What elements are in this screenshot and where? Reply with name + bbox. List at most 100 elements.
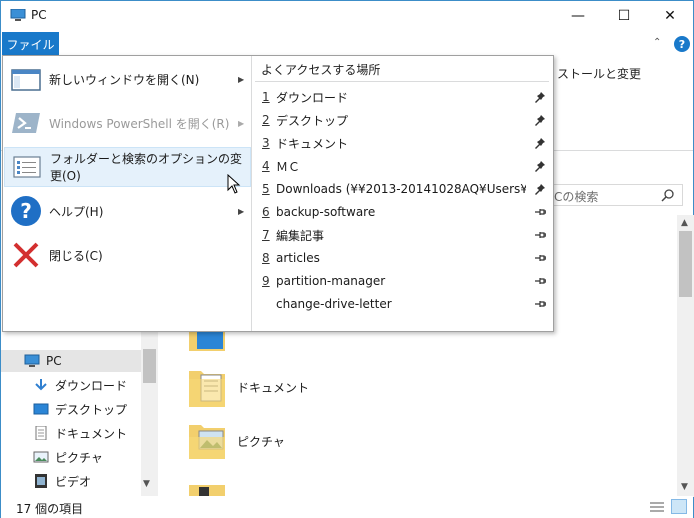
submenu-arrow-icon: ▶ — [238, 74, 245, 84]
recent-item-name: partition-manager — [276, 274, 386, 288]
recent-item-number: 4 — [262, 159, 270, 173]
content-scrollbar-thumb[interactable] — [679, 231, 692, 297]
chevron-down-icon[interactable]: ▼ — [143, 479, 150, 489]
frequent-places-header: よくアクセスする場所 — [261, 63, 381, 77]
search-placeholder: Cの検索 — [554, 190, 599, 204]
nav-item-videos[interactable]: ビデオ — [33, 470, 91, 492]
submenu-arrow-icon: ▶ — [238, 118, 245, 128]
recent-item[interactable]: change-drive-letter — [253, 293, 553, 315]
menu-item-label: フォルダーと検索のオプションの変更(O) — [50, 152, 243, 183]
recent-item-number: 5 — [262, 182, 270, 196]
unpinned-icon[interactable] — [534, 298, 546, 310]
recent-item-number: 6 — [262, 205, 270, 219]
folder-item-partial-bottom[interactable] — [187, 481, 227, 497]
menu-item-label: 新しいウィンドウを開く(N) — [49, 72, 200, 87]
pc-icon — [24, 354, 40, 367]
status-bar: 17 個の項目 — [1, 496, 693, 518]
recent-item-number: 1 — [262, 90, 270, 104]
pc-app-icon — [10, 9, 26, 21]
menu-item-help[interactable]: ? ヘルプ(H) ▶ — [4, 191, 251, 231]
recent-item[interactable]: 7 編集記事 — [253, 224, 553, 246]
help-icon[interactable]: ? — [674, 36, 690, 52]
pinned-icon[interactable] — [534, 183, 546, 195]
file-menu: 新しいウィンドウを開く(N) ▶ Windows PowerShell を開く(… — [2, 55, 554, 332]
menu-item-folder-options[interactable]: フォルダーと検索のオプションの変更(O) — [4, 147, 251, 187]
pinned-icon[interactable] — [534, 91, 546, 103]
recent-item[interactable]: 2 デスクトップ — [253, 109, 553, 131]
mouse-cursor-icon — [227, 174, 241, 194]
nav-scrollbar-thumb[interactable] — [143, 349, 156, 383]
recent-item[interactable]: 3 ドキュメント — [253, 132, 553, 154]
folder-label: ドキュメント — [237, 380, 310, 395]
nav-item-downloads[interactable]: ダウンロード — [33, 374, 127, 396]
recent-item-number: 3 — [262, 136, 270, 150]
nav-item-documents[interactable]: ドキュメント — [33, 422, 127, 444]
window-title: PC — [31, 8, 47, 22]
explorer-window: PC — ☐ ✕ ファイル ⌃ ? ストールと変更 Cの検索 PC ダウンロード… — [0, 0, 694, 518]
details-view-icon[interactable] — [649, 500, 665, 514]
pinned-icon[interactable] — [534, 114, 546, 126]
pinned-icon[interactable] — [534, 137, 546, 149]
picture-icon — [33, 451, 49, 463]
recent-item[interactable]: 9 partition-manager — [253, 270, 553, 292]
download-icon — [35, 379, 47, 391]
recent-item[interactable]: 5 Downloads (¥¥2013-20141028AQ¥Users¥Pub… — [253, 178, 553, 200]
help-icon: ? — [11, 196, 41, 226]
nav-item-label: ビデオ — [55, 474, 92, 489]
large-icons-view-icon[interactable] — [671, 499, 687, 514]
unpinned-icon[interactable] — [534, 252, 546, 264]
document-icon — [35, 426, 47, 440]
nav-item-label: ピクチャ — [55, 450, 103, 465]
svg-text:?: ? — [20, 199, 32, 223]
recent-item-name: ドキュメント — [276, 136, 349, 151]
divider — [255, 81, 549, 82]
recent-item[interactable]: 1 ダウンロード — [253, 86, 553, 108]
folder-icon — [189, 485, 225, 497]
chevron-down-icon[interactable]: ▼ — [681, 482, 688, 492]
maximize-button[interactable]: ☐ — [601, 1, 647, 31]
recent-item-number: 8 — [262, 251, 270, 265]
nav-item-label: デスクトップ — [55, 402, 128, 417]
menu-item-close[interactable]: 閉じる(C) — [4, 235, 251, 275]
recent-item-name: デスクトップ — [276, 113, 349, 128]
nav-item-pictures[interactable]: ピクチャ — [33, 446, 103, 468]
new-window-icon — [11, 69, 41, 91]
search-icon[interactable] — [661, 188, 675, 202]
nav-scrollbar[interactable] — [141, 321, 158, 497]
recent-item-name: ＭＣ — [276, 159, 301, 174]
recent-item-name: change-drive-letter — [276, 297, 392, 311]
recent-item-name: Downloads (¥¥2013-20141028AQ¥Users¥Publi… — [276, 182, 526, 196]
ribbon-partial-command[interactable]: ストールと変更 — [557, 65, 641, 82]
ribbon-tab-row: ファイル ⌃ ? — [1, 32, 693, 56]
unpinned-icon[interactable] — [534, 229, 546, 241]
tab-file[interactable]: ファイル — [2, 32, 59, 56]
close-window-button[interactable]: ✕ — [647, 1, 693, 31]
minimize-button[interactable]: — — [555, 1, 601, 31]
pinned-icon[interactable] — [534, 160, 546, 172]
recent-item-name: backup-software — [276, 205, 376, 219]
nav-item-desktop[interactable]: デスクトップ — [33, 398, 127, 420]
folder-item-documents[interactable]: ドキュメント — [187, 365, 309, 409]
menu-item-powershell[interactable]: Windows PowerShell を開く(R) ▶ — [4, 103, 251, 143]
unpinned-icon[interactable] — [534, 206, 546, 218]
nav-item-pc[interactable]: PC — [1, 350, 141, 372]
menu-item-new-window[interactable]: 新しいウィンドウを開く(N) ▶ — [4, 59, 251, 99]
folder-options-icon — [13, 156, 41, 178]
recent-item[interactable]: 6 backup-software — [253, 201, 553, 223]
menu-item-label: ヘルプ(H) — [49, 204, 104, 219]
documents-folder-icon — [189, 371, 225, 407]
unpinned-icon[interactable] — [534, 275, 546, 287]
recent-item-number: 9 — [262, 274, 270, 288]
recent-item-number: 2 — [262, 113, 270, 127]
navigation-pane: PC ダウンロード デスクトップ ドキュメント ピクチャ ビデオ — [1, 321, 158, 497]
chevron-up-icon[interactable]: ⌃ — [653, 37, 667, 51]
nav-item-label: ダウンロード — [55, 378, 128, 393]
chevron-up-icon[interactable]: ▲ — [681, 218, 688, 228]
video-icon — [35, 474, 47, 488]
recent-item[interactable]: 4 ＭＣ — [253, 155, 553, 177]
menu-item-label: Windows PowerShell を開く(R) — [49, 116, 230, 131]
item-count: 17 個の項目 — [16, 502, 84, 516]
nav-item-label: ドキュメント — [55, 426, 128, 441]
folder-item-pictures[interactable]: ピクチャ — [187, 421, 285, 461]
recent-item[interactable]: 8 articles — [253, 247, 553, 269]
